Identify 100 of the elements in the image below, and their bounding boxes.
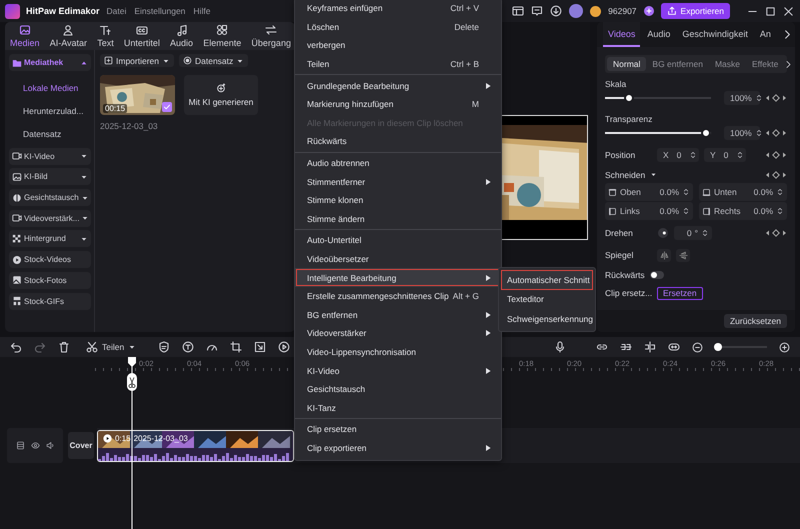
sidebar-item[interactable]: Stock-Videos	[9, 251, 91, 268]
import-button[interactable]: Importieren	[100, 54, 174, 67]
menu-item[interactable]: Stimme ändern	[295, 210, 501, 228]
field-label: Rechts	[714, 206, 740, 216]
value-field[interactable]: 100%	[724, 91, 760, 105]
menu-item[interactable]: Erstelle zusammengeschnittenes Clip Alt + G	[295, 286, 501, 306]
menu-item[interactable]: Grundlegende Bearbeitung	[295, 76, 501, 95]
menu-item[interactable]: Clip ersetzen	[295, 420, 501, 439]
sidebar-item[interactable]: Stock-GIFs	[9, 292, 91, 310]
crop-field[interactable]: Oben 0.0%	[605, 183, 693, 201]
value-field[interactable]: 0.0%	[660, 206, 679, 216]
toolbar-tab[interactable]: Text	[97, 22, 114, 50]
sidebar-item[interactable]: Mediathek	[9, 54, 91, 71]
menu-item[interactable]: Teilen Ctrl + B	[295, 54, 501, 74]
menu-item[interactable]: Datei	[106, 6, 126, 16]
menu-item[interactable]: Automatischer Schnitt	[501, 270, 593, 290]
menu-item[interactable]: verbergen	[295, 36, 501, 55]
menu-item[interactable]: Einstellungen	[134, 6, 186, 16]
replace-button[interactable]: Ersetzen	[657, 286, 703, 300]
menu-item[interactable]: Gesichtstausch	[295, 380, 501, 398]
menu-item[interactable]: Rückwärts	[295, 132, 501, 151]
toolbar-tab[interactable]: Elemente	[203, 22, 242, 50]
clip-name: 2025-12-03_03	[134, 434, 188, 443]
crop-field[interactable]: Unten 0.0%	[699, 183, 787, 201]
ai-generate-button[interactable]: Mit KI generieren	[184, 75, 258, 115]
crop-field[interactable]: Rechts 0.0%	[699, 202, 787, 220]
menu-item[interactable]: KI-Tanz	[295, 398, 501, 418]
panel-tab[interactable]: An	[754, 22, 776, 47]
menu-item[interactable]: Löschen Delete	[295, 18, 501, 36]
sidebar-subitem[interactable]: Datensatz	[9, 122, 62, 146]
menu-item[interactable]: BG entfernen	[295, 306, 501, 324]
menu-item[interactable]: Auto-Untertitel	[295, 231, 501, 250]
shortcut: Alt + G	[452, 291, 479, 302]
menu-item[interactable]: Markierung hinzufügen M	[295, 94, 501, 114]
menu-item[interactable]: KI-Video	[295, 361, 501, 380]
cover-button[interactable]: Cover	[68, 432, 94, 459]
field-label: Links	[620, 206, 640, 216]
unit-label: °	[694, 228, 698, 238]
field-label: Unten	[714, 187, 737, 197]
menu-item[interactable]: Texteditor	[501, 290, 593, 309]
y-field[interactable]: Y 0	[704, 148, 746, 162]
toolbar-tab[interactable]: Medien	[10, 22, 40, 50]
value-field[interactable]: 0.0%	[754, 187, 773, 197]
media-thumbnail[interactable]: 00:15	[100, 75, 175, 115]
panel-tab[interactable]: Videos	[603, 22, 640, 47]
axis-label: Y	[710, 150, 716, 160]
value-field[interactable]: 0.0%	[660, 187, 679, 197]
sidebar-subitem[interactable]: Lokale Medien	[9, 76, 78, 100]
menu-item[interactable]: Videoübersetzer	[295, 250, 501, 268]
menu-item[interactable]: Hilfe	[193, 6, 210, 16]
menu-item[interactable]: Stimmentferner	[295, 172, 501, 191]
split-button[interactable]: Teilen	[86, 341, 136, 353]
menu-item[interactable]: Clip exportieren	[295, 438, 501, 458]
field-label: Drehen	[605, 228, 634, 238]
export-button[interactable]: Exportieren	[660, 3, 730, 19]
sidebar-item[interactable]: Videoverstärk...	[9, 210, 91, 227]
menu-item[interactable]: Videoverstärker	[295, 324, 501, 343]
field-label: Transparenz	[605, 113, 654, 125]
shortcut: Ctrl + B	[450, 59, 479, 70]
panel-tab[interactable]: Geschwindigkeit	[677, 22, 753, 47]
field-label: Position	[605, 150, 636, 160]
clip-duration: 0:15	[115, 434, 131, 443]
crop-field[interactable]: Links 0.0%	[605, 202, 693, 220]
menu-item[interactable]: Intelligente Bearbeitung	[295, 268, 501, 287]
toolbar-tab[interactable]: Untertitel	[124, 22, 160, 50]
toolbar-tab[interactable]: Audio	[170, 22, 194, 50]
mode-tab[interactable]: Effekte	[746, 57, 784, 71]
mode-tab[interactable]: Maske	[708, 57, 746, 71]
angle-field[interactable]: 0 °	[674, 226, 712, 240]
reset-button[interactable]: Zurücksetzen	[724, 314, 787, 328]
clip-duration: 00:15	[103, 104, 128, 113]
toolbar-tab[interactable]: Übergang	[251, 22, 291, 50]
video-clip[interactable]: 0:15 2025-12-03_03	[97, 430, 294, 462]
shortcut: Ctrl + V	[450, 3, 479, 14]
axis-label: X	[663, 150, 669, 160]
sidebar-item[interactable]: KI-Bild	[9, 168, 91, 186]
menu-item[interactable]: Audio abtrennen	[295, 154, 501, 172]
field-label: Clip ersetz...	[605, 288, 652, 298]
sidebar-item[interactable]: Stock-Fotos	[9, 272, 91, 289]
menu-item[interactable]: Stimme klonen	[295, 190, 501, 210]
menu-item[interactable]: Video-Lippensynchronisation	[295, 342, 501, 362]
mode-tab[interactable]: BG entfernen	[646, 57, 709, 71]
panel-tab[interactable]: Audio	[642, 22, 676, 47]
menu-item[interactable]: Keyframes einfügen Ctrl + V	[295, 0, 501, 18]
value-field[interactable]: 100%	[724, 126, 760, 140]
sidebar-item[interactable]: Hintergrund	[9, 230, 91, 248]
field-label: Skala	[605, 78, 628, 90]
sidebar-item[interactable]: Gesichtstausch	[9, 189, 91, 206]
section-label: Schneiden	[605, 170, 646, 180]
menu-item[interactable]: Schweigenserkennung	[501, 309, 593, 328]
sidebar-subitem[interactable]: Herunterzulad...	[9, 100, 84, 123]
clip-name: 2025-12-03_03	[100, 121, 159, 131]
sidebar-item[interactable]: KI-Video	[9, 148, 91, 165]
mode-tab[interactable]: Normal	[607, 57, 646, 71]
field-label: Oben	[620, 187, 641, 197]
toolbar-tab[interactable]: AI-Avatar	[50, 22, 88, 50]
dataset-button[interactable]: Datensatz	[179, 54, 248, 67]
field-label: Rückwärts	[605, 270, 645, 280]
value-field[interactable]: 0.0%	[754, 206, 773, 216]
x-field[interactable]: X 0	[657, 148, 699, 162]
